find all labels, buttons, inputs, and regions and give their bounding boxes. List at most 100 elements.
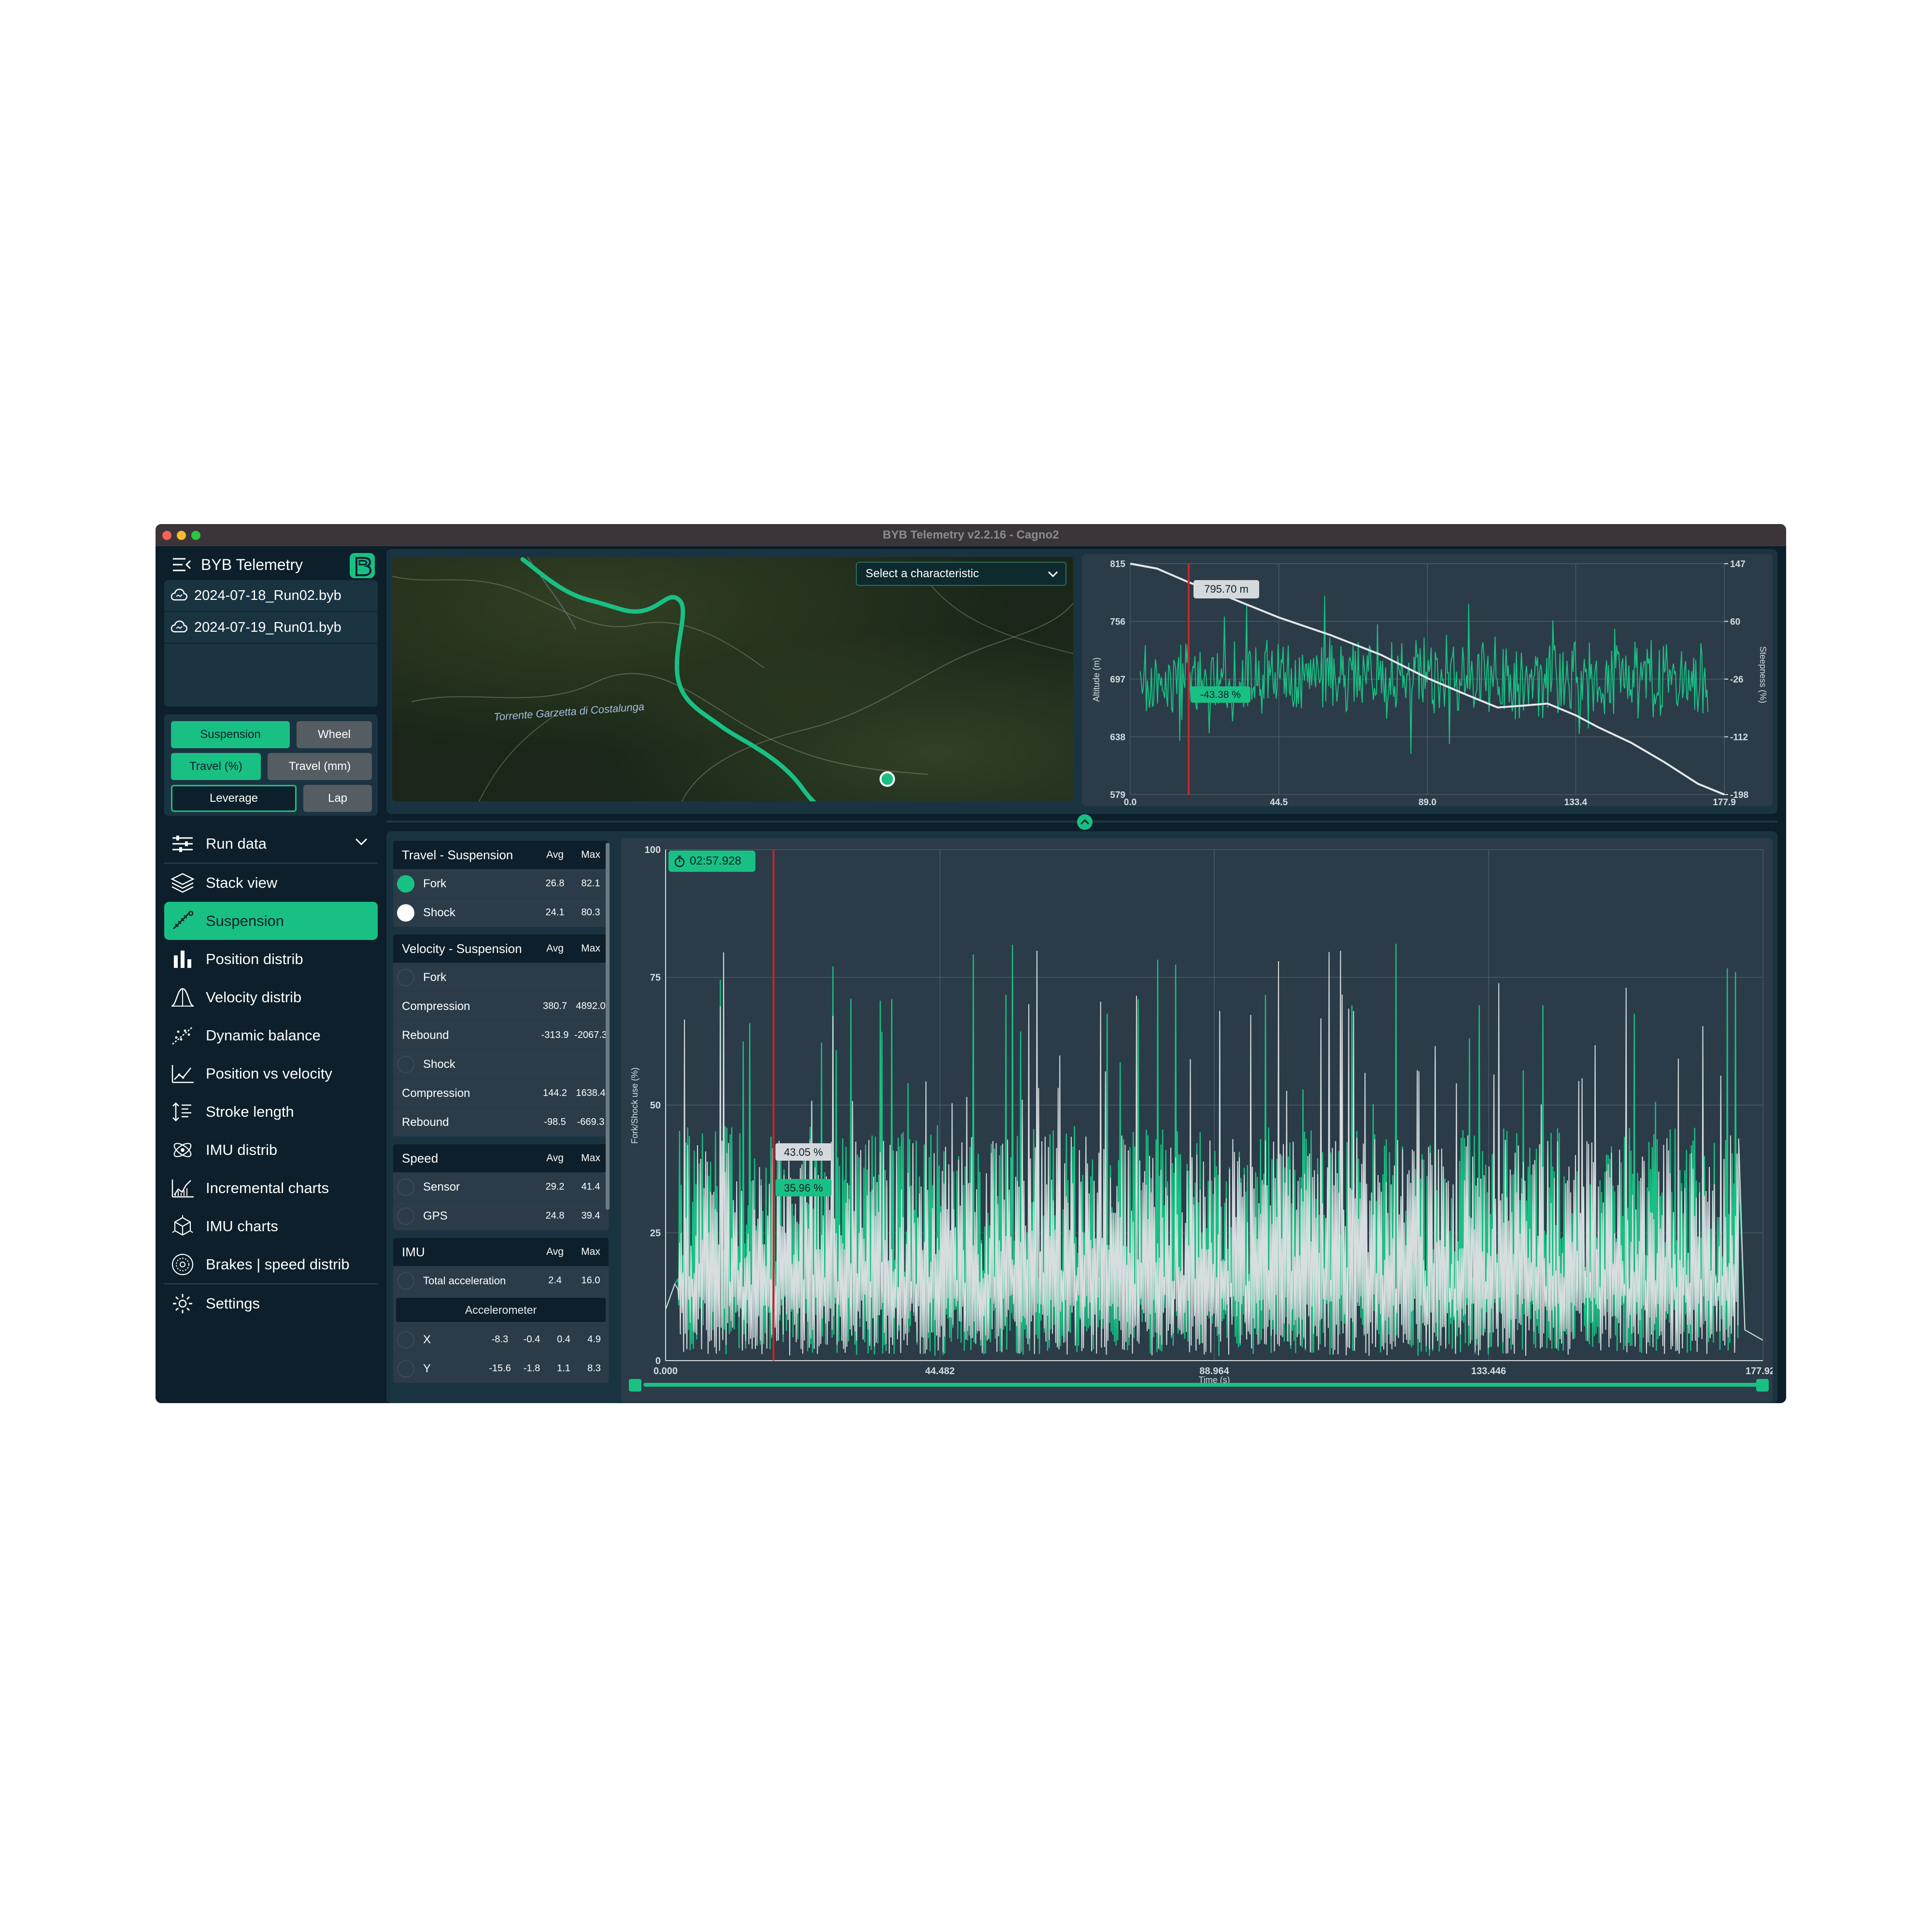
nav-item-position-distrib[interactable]: Position distrib (164, 940, 378, 978)
section-header: Velocity - Suspension Avg Max (393, 935, 609, 963)
y2-axis-label: Steepness (%) (1758, 646, 1768, 703)
stat-value: -8.3 (491, 1334, 509, 1345)
series-toggle-dot[interactable] (397, 1331, 414, 1349)
y2-tick-label: -112 (1730, 733, 1748, 743)
collapse-top-button[interactable] (1077, 814, 1093, 830)
y2-tick-label: -26 (1730, 675, 1743, 685)
nav-item-position-vs-velocity[interactable]: Position vs velocity (164, 1054, 378, 1093)
steepness-cursor-label: -43.38 % (1200, 689, 1241, 700)
altitude-chart-svg[interactable]: 795.70 m-43.38 %0.0 44.5 89.0 133.4 177.9815… (1082, 554, 1773, 808)
stat-avg: 2.4 (548, 1275, 562, 1286)
nav-item-brakes-speed-distrib[interactable]: Brakes | speed distrib (164, 1245, 378, 1283)
series-toggle-dot[interactable] (397, 1360, 414, 1378)
characteristic-select[interactable]: Select a characteristic (856, 562, 1066, 586)
stat-row[interactable]: Sensor 29.2 41.4 (393, 1172, 609, 1201)
minimize-window-button[interactable] (177, 531, 186, 540)
stat-row[interactable]: Total acceleration 2.4 16.0 (393, 1266, 609, 1295)
y-axis-label: Fork/Shock use (%) (630, 1067, 639, 1144)
stat-row[interactable]: Fork 26.8 82.1 (393, 869, 609, 898)
close-window-button[interactable] (162, 531, 171, 540)
file-item[interactable]: 2024-07-18_Run02.byb (164, 580, 378, 612)
stat-label: Fork (423, 877, 446, 890)
section-header: Travel - Suspension Avg Max (393, 841, 609, 869)
stroke-icon (168, 1100, 197, 1124)
stat-row[interactable]: Shock 24.1 80.3 (393, 898, 609, 927)
file-list: 2024-07-18_Run02.byb 2024-07-19_Run01.by… (164, 580, 378, 707)
nav-item-run-data[interactable]: Run data (164, 824, 378, 863)
y2-tick-label: -198 (1730, 790, 1748, 800)
avg-header: Avg (546, 1246, 564, 1257)
nav-item-velocity-distrib[interactable]: Velocity distrib (164, 978, 378, 1016)
series-toggle-dot[interactable] (397, 1178, 414, 1196)
stat-value: 0.4 (557, 1334, 570, 1345)
imu-section: IMU Avg Max Total acceleration 2.4 16.0 … (393, 1238, 609, 1383)
series-toggle-dot[interactable] (397, 875, 414, 893)
nav-label: Position vs velocity (206, 1065, 332, 1082)
nav-item-imu-distrib[interactable]: IMU distrib (164, 1131, 378, 1169)
stat-row[interactable]: Y -15.6 -1.8 1.1 8.3 (393, 1354, 609, 1383)
section-title: Velocity - Suspension (402, 941, 522, 956)
stat-label: Rebound (402, 1115, 449, 1129)
series-toggle-dot[interactable] (397, 1207, 414, 1225)
x-tick-label: 44.5 (1270, 797, 1288, 806)
nav-item-stroke-length[interactable]: Stroke length (164, 1093, 378, 1131)
stat-max: 80.3 (581, 907, 600, 918)
stopwatch-icon (674, 855, 685, 867)
travel-mm-toggle[interactable]: Travel (mm) (268, 753, 372, 780)
stat-label: Total acceleration (423, 1274, 506, 1287)
section-header: Speed Avg Max (393, 1144, 609, 1172)
travel-percent-toggle[interactable]: Travel (%) (171, 753, 261, 780)
travel-section: Travel - Suspension Avg Max Fork 26.8 82… (393, 841, 609, 927)
stat-label: X (423, 1333, 431, 1346)
bottom-panel: Travel - Suspension Avg Max Fork 26.8 82… (386, 831, 1780, 1403)
y-tick-label: 638 (1110, 733, 1125, 743)
altitude-steepness-chart[interactable]: 795.70 m -43.38 % 0.0 44.5 89.0 133.4 177.9 815… (1082, 554, 1773, 808)
nav-item-imu-charts[interactable]: IMU charts (164, 1207, 378, 1245)
nav-item-incremental-charts[interactable]: Incremental charts (164, 1169, 378, 1207)
sidebar: BYB Telemetry 2024-07-18_Run02.byb 2024-… (164, 546, 378, 1403)
stat-row: Rebound -98.5 -669.3 (393, 1108, 609, 1136)
window-title: BYB Telemetry v2.2.16 - Cagno2 (882, 528, 1059, 541)
map-canvas[interactable] (392, 557, 1073, 801)
stat-max: -2067.3 (574, 1030, 607, 1040)
stat-row[interactable]: X -8.3 -0.4 0.4 4.9 (393, 1325, 609, 1354)
y-tick-label: 50 (650, 1100, 661, 1111)
satellite-map[interactable]: Torrente Garzetta di Costalunga Select a… (392, 557, 1073, 801)
app-content: BYB Telemetry 2024-07-18_Run02.byb 2024-… (156, 546, 1786, 1403)
altitude-cursor-label: 795.70 m (1204, 583, 1249, 595)
scatter-icon (168, 1023, 197, 1048)
lap-toggle[interactable]: Lap (303, 785, 372, 812)
series-toggle-dot[interactable] (397, 1272, 414, 1290)
y-tick-label: 815 (1110, 559, 1125, 569)
stat-row[interactable]: Shock (393, 1050, 609, 1079)
suspension-toggle[interactable]: Suspension (171, 721, 290, 748)
stat-label: GPS (423, 1209, 448, 1222)
stat-label: Fork (423, 970, 446, 984)
series-toggle-dot[interactable] (397, 1055, 414, 1073)
stats-scrollbar[interactable] (606, 843, 610, 1210)
wheel-toggle[interactable]: Wheel (297, 721, 372, 748)
nav-item-stack-view[interactable]: Stack view (164, 864, 378, 902)
travel-chart-svg[interactable]: 43.05 %35.96 %0.000 44.482 88.964 133.446 17… (621, 838, 1780, 1402)
zoom-window-button[interactable] (191, 531, 200, 540)
collapse-menu-icon[interactable] (171, 554, 192, 575)
stats-panel: Travel - Suspension Avg Max Fork 26.8 82… (393, 841, 611, 1403)
nav-item-settings[interactable]: Settings (164, 1284, 378, 1322)
view-toggles: Suspension Wheel Travel (%) Travel (mm) … (164, 714, 378, 816)
chevron-down-icon[interactable] (355, 837, 368, 847)
nav-item-suspension[interactable]: Suspension (164, 902, 378, 940)
stat-row[interactable]: GPS 24.8 39.4 (393, 1201, 609, 1230)
file-item[interactable]: 2024-07-19_Run01.byb (164, 612, 378, 644)
stat-avg: -313.9 (541, 1030, 569, 1040)
x-tick-label: 44.482 (925, 1366, 954, 1377)
stat-row[interactable]: Fork (393, 963, 609, 992)
nav-label: Brakes | speed distrib (206, 1255, 350, 1273)
app-window: BYB Telemetry v2.2.16 - Cagno2 BYB Telem… (156, 524, 1786, 1403)
series-toggle-dot[interactable] (397, 968, 414, 986)
stat-value: 8.3 (587, 1363, 601, 1374)
nav-item-dynamic-balance[interactable]: Dynamic balance (164, 1016, 378, 1054)
stat-value: 4.9 (587, 1334, 601, 1345)
leverage-toggle[interactable]: Leverage (171, 785, 297, 812)
suspension-travel-chart[interactable]: 43.05 % 35.96 % 0.000 44.482 88.964 133.446 17… (621, 838, 1780, 1402)
series-toggle-dot[interactable] (397, 904, 414, 922)
